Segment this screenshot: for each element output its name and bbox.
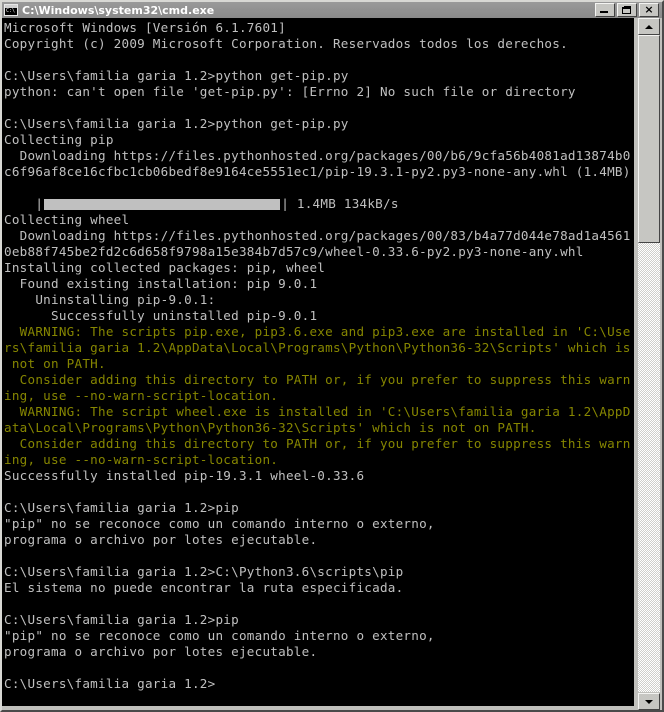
console-line: C:\Users\familia garia 1.2>pip (4, 500, 239, 515)
console-line: C:\Users\familia garia 1.2> (4, 676, 216, 691)
title-bar[interactable]: C:\Windows\system32\cmd.exe × (2, 2, 662, 18)
progress-left-cap: | (35, 196, 44, 211)
console-line: Collecting pip (4, 132, 114, 147)
console-line: programa o archivo por lotes ejecutable. (4, 532, 318, 547)
vertical-scrollbar[interactable] (634, 18, 662, 710)
console-line: Downloading https://files.pythonhosted.o… (4, 228, 631, 243)
console-warning-line: rs\familia garia 1.2\AppData\Local\Progr… (4, 340, 631, 355)
console-warning-line: ata\Local\Programs\Python\Python36-32\Sc… (4, 420, 537, 435)
progress-indent (4, 196, 35, 212)
scroll-up-button[interactable] (638, 18, 660, 35)
console-warning-line: ing, use --no-warn-script-location. (4, 388, 279, 403)
console-warning-line: WARNING: The scripts pip.exe, pip3.6.exe… (4, 324, 631, 339)
minimize-button[interactable] (595, 3, 615, 17)
console-line: programa o archivo por lotes ejecutable. (4, 644, 318, 659)
scroll-down-button[interactable] (638, 693, 660, 710)
console-line: python: can't open file 'get-pip.py': [E… (4, 84, 576, 99)
console-line: c6f96af8ce16cfbc1cb06bedf8e9164ce5551ec1… (4, 164, 631, 179)
console-line: Successfully uninstalled pip-9.0.1 (4, 308, 318, 323)
console-warning-line: Consider adding this directory to PATH o… (4, 372, 631, 387)
window-title: C:\Windows\system32\cmd.exe (22, 3, 215, 17)
download-progress-bar: | | 1.4MB 134kB/s (4, 196, 634, 212)
scroll-up-arrow-icon (645, 24, 653, 29)
console-line: Microsoft Windows [Versión 6.1.7601] (4, 20, 286, 35)
console-line: Copyright (c) 2009 Microsoft Corporation… (4, 36, 568, 51)
close-icon: × (644, 3, 654, 16)
cmd-window: C:\Windows\system32\cmd.exe × Microsoft … (0, 0, 664, 712)
progress-right-cap: | (281, 196, 290, 211)
scrollbar-thumb[interactable] (638, 35, 660, 243)
console-warning-line: Consider adding this directory to PATH o… (4, 436, 631, 451)
scroll-down-arrow-icon (645, 699, 653, 704)
console-line: Collecting wheel (4, 212, 130, 227)
console-line: 0eb88f745be2fd2c6d658f9798a15e384b7d57c9… (4, 244, 584, 259)
close-button[interactable]: × (639, 3, 659, 17)
console-line: Installing collected packages: pip, whee… (4, 260, 326, 275)
cmd-console-icon (4, 4, 18, 16)
console-line: El sistema no puede encontrar la ruta es… (4, 580, 404, 595)
console-line: C:\Users\familia garia 1.2>python get-pi… (4, 68, 349, 83)
console-line: C:\Users\familia garia 1.2>python get-pi… (4, 116, 349, 131)
console-line: Uninstalling pip-9.0.1: (4, 292, 216, 307)
console-warning-line: not on PATH. (4, 356, 106, 371)
console-line: C:\Users\familia garia 1.2>pip (4, 612, 239, 627)
console-line: Downloading https://files.pythonhosted.o… (4, 148, 631, 163)
console-warning-line: ing, use --no-warn-script-location. (4, 452, 279, 467)
console-line: "pip" no se reconoce como un comando int… (4, 516, 435, 531)
console-line: Found existing installation: pip 9.0.1 (4, 276, 318, 291)
console-output[interactable]: Microsoft Windows [Versión 6.1.7601] Copy… (2, 18, 634, 706)
restore-button[interactable] (617, 3, 637, 17)
window-controls: × (595, 3, 659, 17)
console-line: C:\Users\familia garia 1.2>C:\Python3.6\… (4, 564, 404, 579)
console-line: Successfully installed pip-19.3.1 wheel-… (4, 468, 365, 483)
console-line: "pip" no se reconoce como un comando int… (4, 628, 435, 643)
progress-fill (44, 198, 281, 210)
window-client-area: Microsoft Windows [Versión 6.1.7601] Copy… (2, 18, 662, 710)
progress-status-text: 1.4MB 134kB/s (289, 196, 399, 211)
console-warning-line: WARNING: The script wheel.exe is install… (4, 404, 631, 419)
